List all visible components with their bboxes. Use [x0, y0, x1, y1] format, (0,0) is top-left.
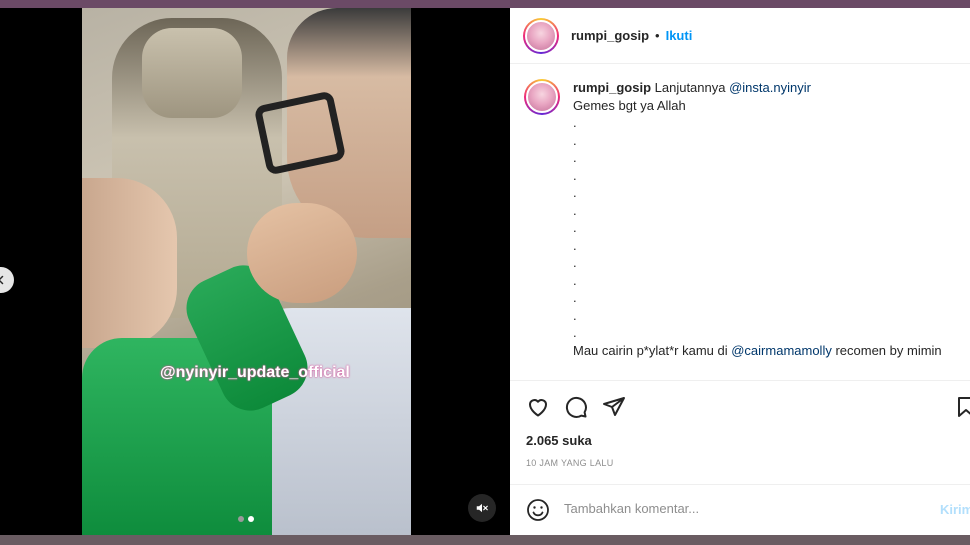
post-timestamp[interactable]: 10 JAM YANG LALU	[526, 458, 614, 468]
caption-username[interactable]: rumpi_gosip	[573, 80, 651, 95]
heart-icon	[529, 399, 547, 417]
carousel-dot-active	[248, 516, 254, 522]
caption-dot: .	[573, 307, 577, 323]
caption-dot: .	[573, 167, 577, 183]
post-actions: 2.065 suka 10 JAM YANG LALU	[510, 380, 970, 484]
caption-dot: .	[573, 325, 577, 340]
likes-count[interactable]: 2.065 suka	[526, 433, 592, 448]
caption-mention-link[interactable]: @insta.nyinyir	[729, 80, 811, 95]
carousel-indicator	[238, 516, 254, 522]
post-comment-button[interactable]: Kirim	[940, 502, 970, 517]
muted-speaker-icon	[476, 503, 488, 513]
save-button[interactable]	[954, 395, 970, 424]
child-face	[82, 178, 177, 348]
smiley-icon	[527, 499, 549, 521]
post-media: @nyinyir_update_official	[0, 8, 510, 535]
caption-section: rumpi_gosip Lanjutannya @insta.nyinyir G…	[510, 65, 970, 380]
caption-promo-suffix: recomen by mimin	[831, 342, 942, 358]
background-page-top	[0, 0, 970, 8]
car-headrest	[142, 28, 242, 118]
avatar-image	[525, 19, 557, 52]
previous-slide-button[interactable]	[0, 267, 14, 293]
caption-promo-text: Mau cairin p*ylat*r kamu di	[573, 342, 732, 358]
caption-dot: .	[573, 185, 577, 200]
caption-dot: .	[573, 202, 577, 218]
video-watermark: @nyinyir_update_official	[160, 364, 350, 381]
author-username[interactable]: rumpi_gosip	[571, 28, 649, 43]
caption-last-line: Mau cairin p*ylat*r kamu di @cairmamamol…	[573, 342, 970, 360]
paper-plane-icon	[603, 397, 625, 416]
caption-line-2: Gemes bgt ya Allah	[573, 97, 686, 113]
caption-dot: .	[573, 272, 577, 288]
share-button[interactable]	[602, 395, 626, 424]
chevron-left-icon	[0, 275, 4, 285]
post-header: rumpi_gosip • Ikuti	[510, 8, 970, 64]
caption-dot: .	[573, 220, 577, 235]
author-avatar[interactable]	[523, 17, 559, 54]
comment-bar: Kirim	[510, 484, 970, 535]
caption-text: rumpi_gosip Lanjutannya @insta.nyinyir G…	[573, 79, 970, 359]
bookmark-icon	[958, 397, 970, 417]
emoji-button[interactable]	[526, 498, 550, 527]
comment-button[interactable]	[564, 395, 588, 424]
child-hand	[247, 203, 357, 303]
video-player[interactable]: @nyinyir_update_official	[82, 8, 411, 535]
caption-dot: .	[573, 255, 577, 270]
follow-button[interactable]: Ikuti	[666, 28, 693, 43]
carousel-dot	[238, 516, 244, 522]
caption-dot: .	[573, 237, 577, 253]
caption-intro: Lanjutannya	[654, 80, 730, 95]
comment-input[interactable]	[564, 501, 894, 516]
background-page-bottom	[0, 535, 970, 545]
caption-dot: .	[573, 132, 577, 148]
caption-promo-mention[interactable]: @cairmamamolly	[731, 343, 832, 358]
caption-author-avatar[interactable]	[524, 79, 560, 115]
caption-first-line: rumpi_gosip Lanjutannya @insta.nyinyir	[573, 79, 970, 97]
caption-row: rumpi_gosip Lanjutannya @insta.nyinyir G…	[524, 79, 970, 359]
caption-dot: .	[573, 150, 577, 165]
like-button[interactable]	[526, 395, 550, 424]
header-separator: •	[655, 28, 660, 43]
comment-bubble-icon	[565, 396, 587, 418]
avatar-image	[526, 81, 558, 113]
caption-dot: .	[573, 115, 577, 130]
mute-button[interactable]	[468, 494, 496, 522]
caption-dot: .	[573, 290, 577, 305]
post-details-panel: rumpi_gosip • Ikuti rumpi_gosip Lanjutan…	[510, 8, 970, 535]
